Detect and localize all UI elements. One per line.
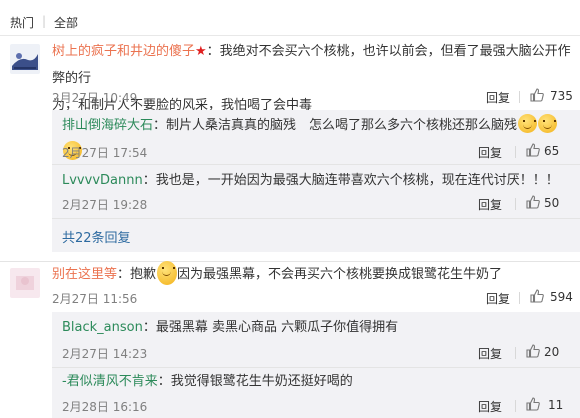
reply-time: 2月27日 14:23 bbox=[62, 347, 148, 361]
thumbs-up-icon[interactable] bbox=[530, 289, 544, 303]
comment-username[interactable]: 树上的疯子和井边的傻子 bbox=[52, 44, 195, 59]
comment-time: 2月27日 11:56 bbox=[52, 292, 138, 306]
reply-time: 2月28日 16:16 bbox=[62, 400, 148, 414]
reply-button[interactable]: 回复 bbox=[478, 345, 502, 362]
reply-text: -君似清风不肯来：我觉得银鹭花生牛奶还挺好喝的 bbox=[62, 368, 577, 395]
thumbs-up-icon[interactable] bbox=[530, 88, 544, 102]
thumbs-up-icon[interactable] bbox=[526, 344, 540, 358]
reply-text: LvvvvDannn：我也是，一开始因为最强大脑连带喜欢六个核桃，现在连代讨厌！… bbox=[62, 167, 577, 194]
like-count: 594 bbox=[550, 290, 573, 304]
reply-button[interactable]: 回复 bbox=[486, 290, 510, 307]
like-count: 50 bbox=[544, 196, 560, 210]
reply-body: ：我觉得银鹭花生牛奶还挺好喝的 bbox=[157, 374, 353, 389]
reply-time: 2月27日 17:54 bbox=[62, 146, 148, 160]
reply-username[interactable]: Black_anson bbox=[62, 320, 143, 335]
reply-button[interactable]: 回复 bbox=[478, 398, 502, 415]
divider bbox=[519, 292, 520, 304]
emoji-icon bbox=[157, 261, 178, 285]
reply-time: 2月27日 19:28 bbox=[62, 198, 148, 212]
more-replies-link[interactable]: 共22条回复 bbox=[62, 227, 131, 246]
thumbs-up-icon[interactable] bbox=[526, 195, 540, 209]
star-badge-icon: ★ bbox=[195, 44, 207, 59]
reply-button[interactable]: 回复 bbox=[486, 89, 510, 106]
divider bbox=[515, 400, 516, 412]
comment-time: 2月27日 10:49 bbox=[52, 91, 138, 105]
like-count: 735 bbox=[550, 89, 573, 103]
comment-text: 别在这里等：抱歉 因为最强黑幕，不会再买六个核桃要换成银鹭花生牛奶了 bbox=[52, 261, 577, 288]
comment-text: 树上的疯子和井边的傻子★：我绝对不会买六个核桃，也许以前会，但看了最强大脑公开作… bbox=[52, 38, 577, 119]
reply-username[interactable]: LvvvvDannn bbox=[62, 173, 143, 188]
avatar[interactable] bbox=[10, 44, 40, 74]
tab-hot[interactable]: 热门 bbox=[10, 14, 34, 31]
comment-username[interactable]: 别在这里等 bbox=[52, 267, 117, 282]
reply-username[interactable]: -君似清风不肯来 bbox=[62, 374, 158, 389]
comment-body-part2: 因为最强黑幕，不会再买六个核桃要换成银鹭花生牛奶了 bbox=[177, 267, 503, 282]
tab-all[interactable]: 全部 bbox=[54, 14, 78, 31]
avatar[interactable] bbox=[10, 268, 40, 298]
tab-separator: | bbox=[42, 14, 47, 28]
like-count: 11 bbox=[548, 398, 564, 412]
divider bbox=[519, 91, 520, 103]
divider bbox=[515, 146, 516, 158]
emoji-icon bbox=[538, 114, 558, 133]
divider bbox=[52, 218, 580, 219]
reply-list: 排山倒海碎大石：制片人桑洁真真的脑残 怎么喝了那么多六个核桃还那么脑残 2月27… bbox=[52, 110, 580, 252]
comment-body-part1: ：抱歉 bbox=[117, 267, 157, 282]
thumbs-up-icon[interactable] bbox=[526, 143, 540, 157]
divider bbox=[52, 164, 580, 165]
like-count: 20 bbox=[544, 345, 560, 359]
comment-tabs: 热门 | 全部 bbox=[0, 0, 580, 36]
reply-list: Black_anson：最强黑幕 卖黑心商品 六颗瓜子你值得拥有 2月27日 1… bbox=[52, 312, 580, 418]
like-count: 65 bbox=[544, 144, 560, 158]
reply-button[interactable]: 回复 bbox=[478, 196, 502, 213]
reply-body: ：最强黑幕 卖黑心商品 六颗瓜子你值得拥有 bbox=[142, 320, 399, 335]
divider bbox=[0, 35, 580, 36]
reply-button[interactable]: 回复 bbox=[478, 144, 502, 161]
emoji-icon bbox=[518, 114, 538, 133]
divider bbox=[515, 198, 516, 210]
divider bbox=[515, 347, 516, 359]
reply-username[interactable]: 排山倒海碎大石 bbox=[62, 118, 153, 133]
reply-text: Black_anson：最强黑幕 卖黑心商品 六颗瓜子你值得拥有 bbox=[62, 314, 577, 341]
reply-body: ：制片人桑洁真真的脑残 怎么喝了那么多六个核桃还那么脑残 bbox=[153, 118, 518, 133]
thumbs-up-icon[interactable] bbox=[526, 397, 540, 411]
reply-body: ：我也是，一开始因为最强大脑连带喜欢六个核桃，现在连代讨厌！！！ bbox=[142, 173, 559, 188]
